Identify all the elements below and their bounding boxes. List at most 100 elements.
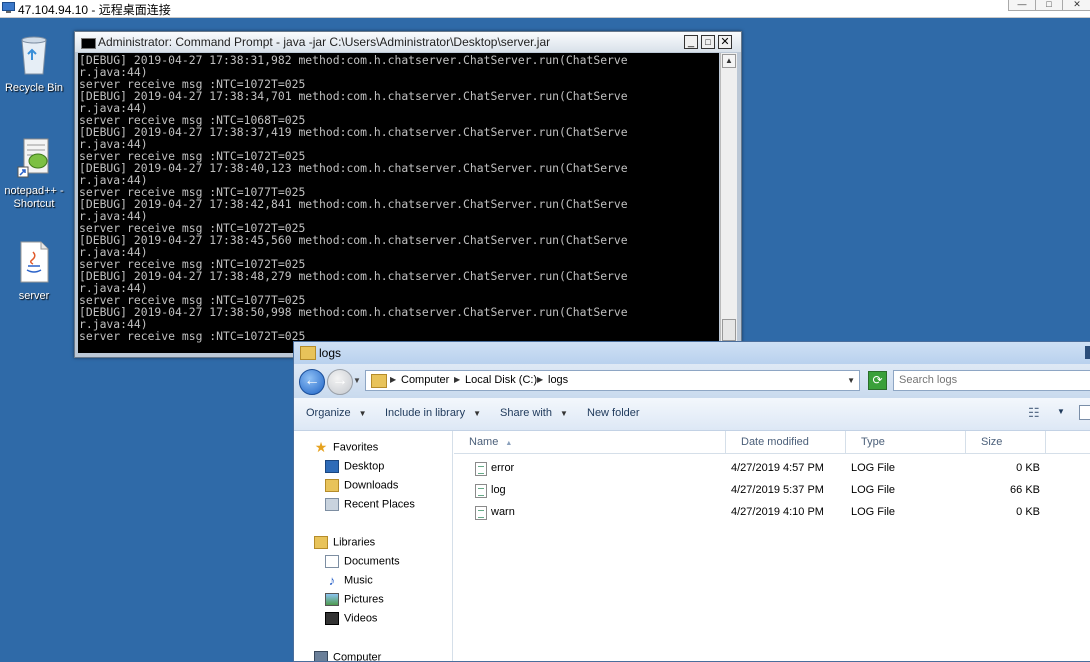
explorer-window[interactable]: logs ← → ▼ ▶ Computer ▶ Local Disk (C:) … [293, 341, 1090, 662]
log-file-icon [475, 462, 487, 476]
navigation-pane[interactable]: ★ Favorites Desktop Downloads Recent Plac… [294, 431, 453, 661]
nav-label: Computer [333, 651, 382, 662]
explorer-title-edge [1085, 346, 1090, 359]
chevron-right-icon[interactable]: ▶ [537, 375, 543, 384]
desktop-icon-label: notepad++ - Shortcut [4, 185, 64, 210]
explorer-title: logs [319, 346, 342, 360]
share-with-menu[interactable]: Share with ▼ [500, 407, 568, 419]
nav-libraries[interactable]: Libraries [314, 536, 375, 549]
column-name-label: Name [469, 436, 499, 448]
scroll-up-icon[interactable]: ▲ [722, 54, 736, 68]
cmd-title-bar[interactable]: Administrator: Command Prompt - java -ja… [75, 32, 741, 52]
cmd-window-icon [81, 38, 96, 49]
music-icon: ♪ [328, 573, 336, 588]
nav-label: Documents [344, 555, 400, 568]
column-header: Name ▲ Date modified Type Size [454, 431, 1090, 454]
nav-label: Favorites [333, 441, 379, 454]
share-label: Share with [500, 407, 552, 419]
file-row[interactable]: warn 4/27/2019 4:10 PM LOG File 0 KB [454, 502, 1090, 524]
file-row[interactable]: log 4/27/2019 5:37 PM LOG File 66 KB [454, 480, 1090, 502]
desktop-icon-label: Recycle Bin [4, 82, 64, 94]
recycle-bin-icon [21, 36, 47, 75]
view-dropdown-icon[interactable]: ▼ [1057, 407, 1065, 416]
rdp-minimize-button[interactable]: — [1008, 0, 1036, 11]
rdp-restore-button[interactable]: □ [1035, 0, 1063, 11]
nav-pictures[interactable]: Pictures [325, 593, 384, 606]
nav-documents[interactable]: Documents [325, 555, 400, 568]
column-date-modified[interactable]: Date modified [726, 431, 846, 453]
file-date: 4/27/2019 4:57 PM [731, 462, 824, 474]
nav-music[interactable]: ♪ Music [325, 574, 373, 587]
nav-downloads[interactable]: Downloads [325, 479, 398, 492]
search-input[interactable] [899, 374, 1079, 386]
breadcrumb-local-disk[interactable]: Local Disk (C:) [465, 374, 537, 386]
scroll-thumb[interactable] [722, 319, 736, 341]
videos-icon [325, 612, 339, 625]
log-file-icon [475, 506, 487, 520]
pictures-icon [325, 593, 339, 606]
folder-icon [300, 346, 316, 360]
back-button[interactable]: ← [299, 369, 325, 395]
file-row[interactable]: error 4/27/2019 4:57 PM LOG File 0 KB [454, 458, 1090, 480]
include-in-library-menu[interactable]: Include in library ▼ [385, 407, 481, 419]
rdp-title-bar: 47.104.94.10 - 远程桌面连接 — □ ✕ [0, 0, 1090, 18]
file-size: 66 KB [1010, 484, 1040, 496]
nav-label: Recent Places [344, 498, 415, 511]
organize-menu[interactable]: Organize ▼ [306, 407, 367, 419]
downloads-folder-icon [325, 479, 339, 492]
breadcrumb-logs[interactable]: logs [548, 374, 568, 386]
organize-label: Organize [306, 407, 351, 419]
chevron-right-icon[interactable]: ▶ [454, 375, 460, 384]
rdp-close-button[interactable]: ✕ [1062, 0, 1090, 11]
desktop-icon [325, 460, 339, 473]
nav-videos[interactable]: Videos [325, 612, 377, 625]
explorer-title-bar[interactable]: logs [294, 342, 1090, 365]
folder-icon [371, 374, 387, 388]
cmd-maximize-button[interactable]: □ [701, 35, 715, 49]
nav-label: Videos [344, 612, 378, 625]
nav-favorites[interactable]: ★ Favorites [314, 440, 379, 454]
chevron-right-icon[interactable]: ▶ [390, 375, 396, 384]
column-size[interactable]: Size [966, 431, 1046, 453]
desktop-icon-label: server [18, 290, 50, 302]
file-name: log [491, 484, 506, 496]
column-name[interactable]: Name ▲ [454, 431, 726, 453]
rdp-title: 47.104.94.10 - 远程桌面连接 [18, 3, 171, 17]
desktop-icon-notepadpp[interactable]: notepad++ - Shortcut [1, 135, 67, 211]
cmd-scrollbar[interactable]: ▲ [720, 53, 737, 353]
notepadpp-icon [17, 138, 49, 178]
desktop-icon-recycle-bin[interactable]: Recycle Bin [1, 32, 67, 95]
search-field[interactable] [893, 370, 1090, 391]
cmd-close-button[interactable]: ✕ [718, 35, 732, 49]
breadcrumb-computer[interactable]: Computer [401, 374, 449, 386]
view-options-icon[interactable]: ☷ [1028, 405, 1040, 421]
chevron-down-icon: ▼ [559, 409, 568, 418]
preview-pane-icon[interactable] [1079, 405, 1090, 420]
file-type: LOG File [851, 484, 896, 496]
cmd-title: Administrator: Command Prompt - java -ja… [98, 35, 551, 49]
address-dropdown-icon[interactable]: ▼ [847, 376, 855, 385]
command-prompt-window[interactable]: Administrator: Command Prompt - java -ja… [74, 31, 742, 358]
nav-label: Desktop [344, 460, 385, 473]
address-bar: ← → ▼ ▶ Computer ▶ Local Disk (C:) ▶ log… [294, 364, 1090, 398]
file-size: 0 KB [1016, 462, 1040, 474]
desktop-icon-server[interactable]: server [1, 240, 67, 303]
file-name: warn [491, 506, 515, 518]
java-jar-icon [20, 241, 49, 283]
refresh-button[interactable]: ⟳ [868, 371, 887, 390]
file-type: LOG File [851, 462, 896, 474]
nav-recent-places[interactable]: Recent Places [325, 498, 415, 511]
nav-label: Libraries [333, 536, 376, 549]
file-size: 0 KB [1016, 506, 1040, 518]
forward-button[interactable]: → [327, 369, 353, 395]
nav-desktop[interactable]: Desktop [325, 460, 384, 473]
cmd-minimize-button[interactable]: _ [684, 35, 698, 49]
column-type[interactable]: Type [846, 431, 966, 453]
nav-computer[interactable]: Computer [314, 651, 382, 662]
recent-pages-dropdown-icon[interactable]: ▼ [353, 376, 361, 385]
command-bar: Organize ▼ Include in library ▼ Share with… [294, 398, 1090, 431]
address-field[interactable]: ▶ Computer ▶ Local Disk (C:) ▶ logs ▼ [365, 370, 860, 391]
file-name: error [491, 462, 515, 474]
new-folder-button[interactable]: New folder [587, 407, 640, 419]
cmd-console-output[interactable]: [DEBUG] 2019-04-27 17:38:31,982 method:c… [78, 53, 719, 353]
